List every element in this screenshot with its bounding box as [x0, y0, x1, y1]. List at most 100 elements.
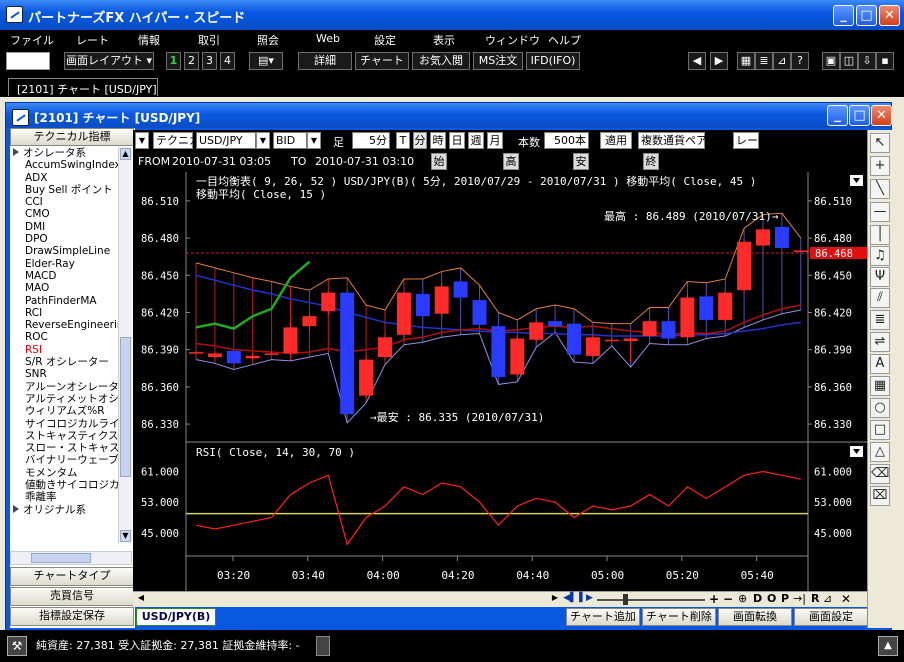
indicator-item[interactable]: 値動きサイコロジカル [10, 479, 118, 491]
indicator-item[interactable]: AccumSwingIndex [10, 159, 118, 171]
symbol-select-arrow-icon[interactable]: ▼ [256, 132, 270, 149]
indicator-item[interactable]: ADX [10, 172, 118, 184]
save-icon[interactable]: ▪ [876, 52, 894, 70]
menu-file[interactable]: ファイル [10, 32, 54, 48]
window-menu-icon[interactable]: ▤▾ [249, 52, 283, 70]
rate-button[interactable]: レート [733, 132, 769, 149]
cursor-icon[interactable]: ↖ [870, 133, 890, 153]
detail-button[interactable]: 詳細 [298, 52, 352, 70]
download-icon[interactable]: ⇩ [858, 52, 876, 70]
switch-screen-button[interactable]: 画面転換 [718, 608, 792, 626]
screen-settings-button[interactable]: 画面設定 [794, 608, 868, 626]
chart-settings-icon[interactable]: ⊿ [823, 592, 832, 605]
crosshair-icon[interactable]: + [870, 156, 890, 176]
prev-icon[interactable]: ◀ [688, 52, 706, 70]
indicator-item[interactable]: ROC [10, 331, 118, 343]
scroll-right-icon[interactable]: ▶ [549, 593, 561, 606]
indicator-item[interactable]: ReverseEngineeringRSI [10, 319, 118, 331]
indicator-item[interactable]: RCI [10, 307, 118, 319]
inner-minimize-button[interactable]: _ [827, 105, 848, 126]
minute-button[interactable]: 分 [413, 132, 427, 149]
period-input[interactable]: 5分 [352, 132, 390, 149]
expand-arrow-icon[interactable] [13, 504, 19, 513]
maximize-button[interactable]: □ [856, 5, 877, 26]
indicator-scrollbar[interactable]: ▲ ▼ [118, 147, 132, 543]
indicator-group[interactable]: オシレータ系 [10, 147, 118, 159]
dropdown-arrow-icon[interactable]: ▼ [135, 132, 149, 149]
jump-start-icon[interactable]: ◀▌ [563, 593, 577, 606]
technical-button[interactable]: テクニカル [153, 132, 211, 149]
indicator-item[interactable]: CMO [10, 208, 118, 220]
next-icon[interactable]: ▶ [710, 52, 728, 70]
inner-close-button[interactable]: ✕ [871, 105, 892, 126]
restore-icon[interactable]: ◫ [840, 52, 858, 70]
indicator-item[interactable]: MACD [10, 270, 118, 282]
menu-rate[interactable]: レート [76, 32, 109, 48]
fibonacci-retracement-icon[interactable]: ≣ [870, 310, 890, 330]
scroll-o-button[interactable]: O [767, 592, 776, 605]
count-input[interactable]: 500本 [544, 132, 589, 149]
text-tool-icon[interactable]: A [870, 354, 890, 374]
zoom-fit-icon[interactable]: ⊕ [738, 592, 750, 605]
rectangle-icon[interactable]: □ [870, 420, 890, 440]
tools-icon[interactable]: ⚒ [7, 636, 27, 656]
chart-button[interactable]: チャート [355, 52, 409, 70]
zoom-thumb[interactable] [623, 594, 628, 605]
pitchfork-icon[interactable]: Ψ [870, 267, 890, 287]
ms-order-button[interactable]: MS注文 [473, 52, 523, 70]
series-tab-usdjpy[interactable]: USD/JPY(B) [136, 608, 216, 626]
scroll-thumb[interactable] [120, 337, 131, 477]
close-button[interactable]: ✕ [879, 5, 900, 26]
eraser-icon[interactable]: ⌫ [870, 464, 890, 484]
fibonacci-fan-icon[interactable]: ⫽ [870, 288, 890, 308]
day-button[interactable]: 日 [449, 132, 465, 149]
minimize-button[interactable]: _ [833, 5, 854, 26]
inner-maximize-button[interactable]: □ [849, 105, 870, 126]
menu-inquiry[interactable]: 照会 [257, 32, 279, 48]
page-2-button[interactable]: 2 [184, 52, 199, 70]
indicator-item[interactable]: ウィリアムズ%R [10, 405, 118, 417]
status-up-icon[interactable]: ▲ [878, 636, 898, 656]
symbol-select[interactable]: USD/JPY [196, 132, 256, 149]
month-button[interactable]: 月 [487, 132, 503, 149]
indicator-item[interactable]: DrawSimpleLine [10, 245, 118, 257]
menu-view[interactable]: 表示 [433, 32, 455, 48]
zoom-in-icon[interactable]: + [709, 592, 721, 606]
tab-chart-2101[interactable]: [2101] チャート [USD/JPY] [8, 78, 158, 96]
bell-icon[interactable]: ♫ [870, 246, 890, 266]
trade-signal-button[interactable]: 売買信号 [10, 587, 134, 606]
apply-button[interactable]: 適用 [600, 132, 632, 149]
indicator-group[interactable]: オリジナル系 [10, 504, 118, 516]
indicator-header[interactable]: テクニカル指標 [10, 128, 134, 146]
indicator-item[interactable]: スロー・ストキャスティクス [10, 442, 118, 454]
indicator-item[interactable]: サイコロジカルライン [10, 418, 118, 430]
erase-all-icon[interactable]: ⌧ [870, 486, 890, 506]
jump-latest-icon[interactable]: →| [793, 592, 806, 605]
scroll-d-button[interactable]: D [753, 592, 762, 605]
triangle-icon[interactable]: △ [870, 442, 890, 462]
vertical-line-icon[interactable]: │ [870, 225, 890, 245]
chart-icon[interactable]: ⊿ [773, 52, 791, 70]
layout-dropdown[interactable]: 画面レイアウト ▾ [64, 52, 154, 70]
indicator-item[interactable]: アルーンオシレーター [10, 381, 118, 393]
scroll-down-icon[interactable]: ▼ [120, 530, 131, 542]
zoom-track[interactable] [597, 599, 705, 601]
chart-close-icon[interactable]: ✕ [841, 592, 851, 606]
status-expand-icon[interactable] [316, 636, 330, 656]
chart-type-button[interactable]: チャートタイプ [10, 567, 134, 586]
ifd-button[interactable]: IFD(IFO) [526, 52, 580, 70]
jump-end-icon[interactable]: ▌▶ [579, 593, 593, 606]
hscroll-thumb[interactable] [31, 553, 91, 563]
indicator-item[interactable]: アルティメットオシレーター [10, 393, 118, 405]
menu-web[interactable]: Web [316, 32, 340, 45]
indicator-item[interactable]: CCI [10, 196, 118, 208]
scroll-p-button[interactable]: P [781, 592, 789, 605]
indicator-item[interactable]: S/R オシレーター [10, 356, 118, 368]
menu-trade[interactable]: 取引 [198, 32, 220, 48]
horizontal-line-icon[interactable]: — [870, 202, 890, 222]
indicator-hscrollbar[interactable] [10, 551, 132, 565]
tile-icon[interactable]: ▦ [737, 52, 755, 70]
indicator-item[interactable]: PathFinderMA [10, 295, 118, 307]
ellipse-icon[interactable]: ○ [870, 398, 890, 418]
indicator-item[interactable]: ストキャスティクス [10, 430, 118, 442]
